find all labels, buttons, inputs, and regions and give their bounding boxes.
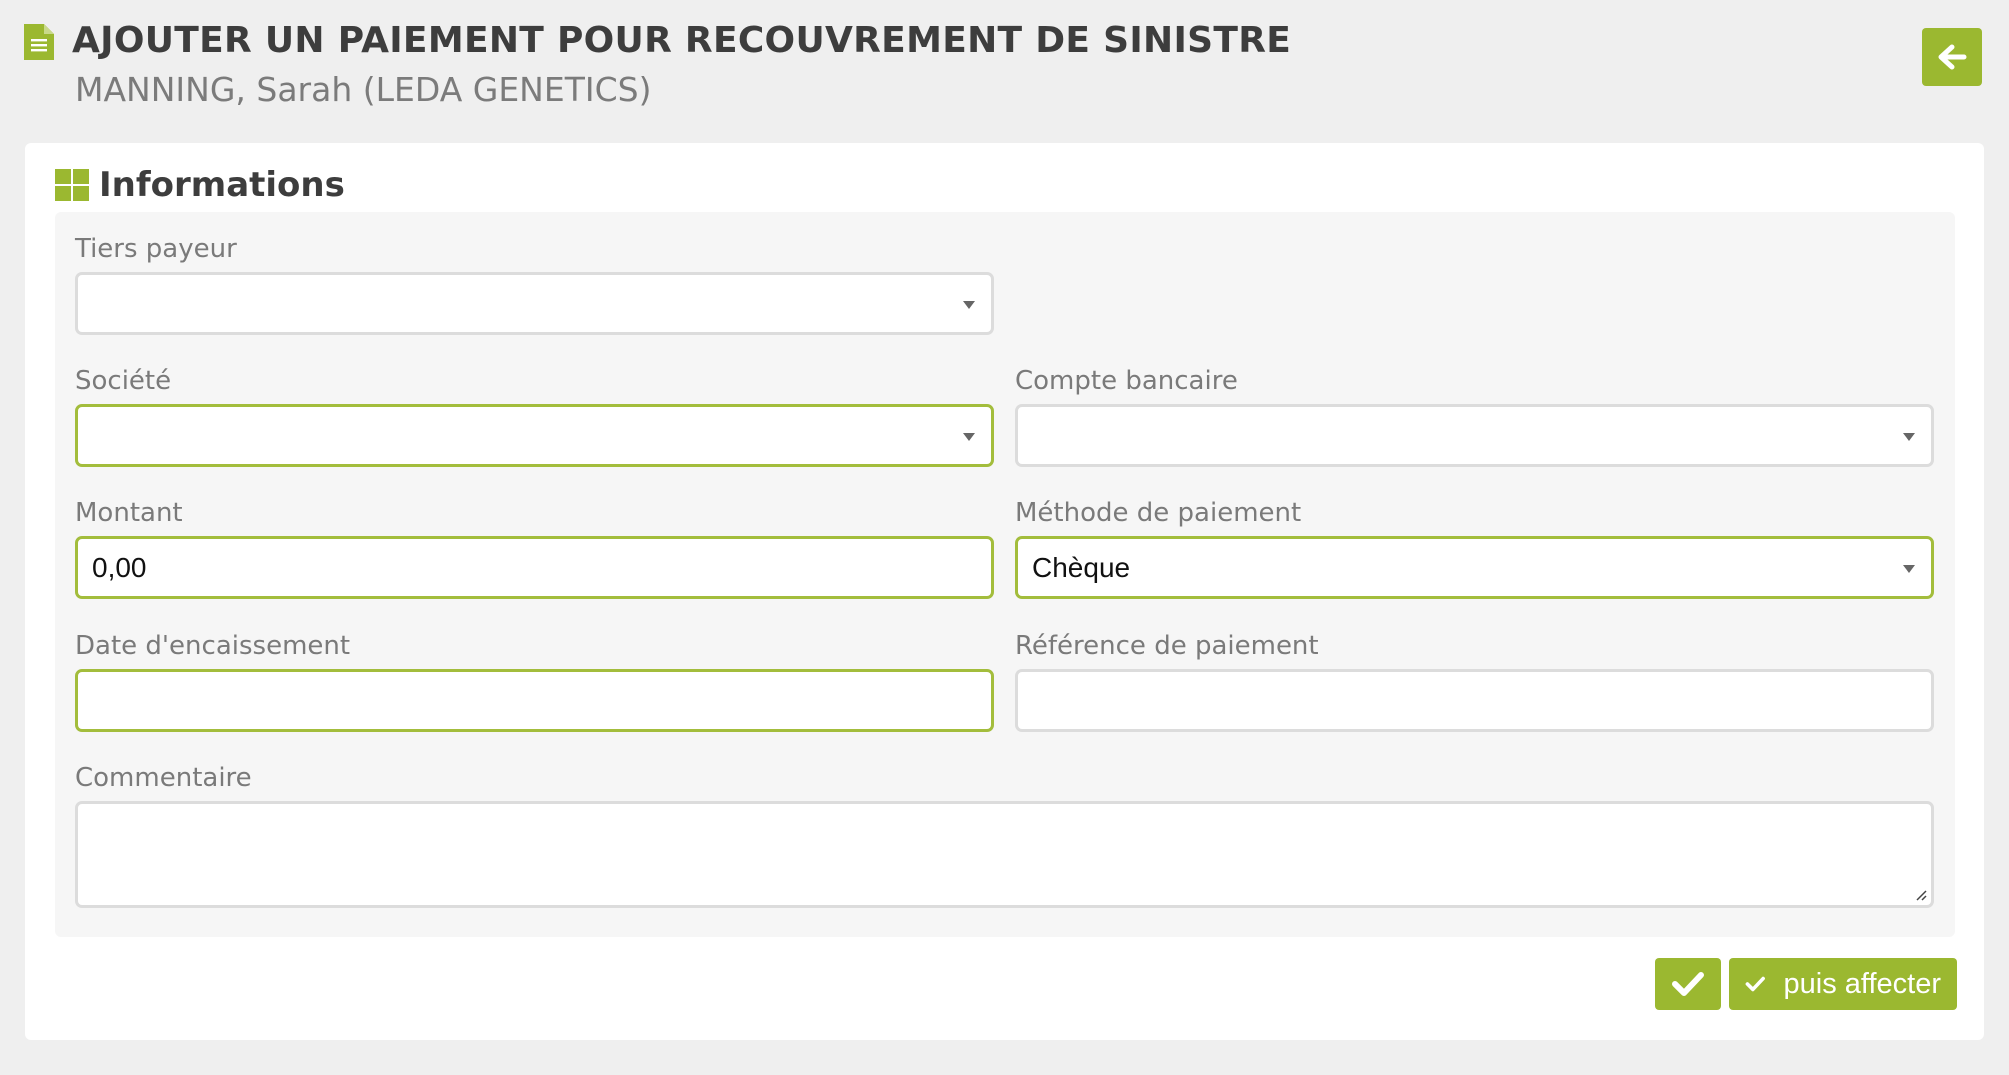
date-encaissement-label: Date d'encaissement xyxy=(75,631,351,661)
societe-field: Société xyxy=(75,364,994,467)
informations-panel: Informations Tiers payeur Société Compte… xyxy=(25,143,1984,1040)
checkmark-icon xyxy=(1745,976,1765,992)
tiers-payeur-select[interactable] xyxy=(75,272,994,335)
montant-value: 0,00 xyxy=(92,551,147,583)
chevron-down-icon xyxy=(1903,564,1915,573)
commentaire-label: Commentaire xyxy=(75,763,252,793)
arrow-left-icon xyxy=(1938,44,1967,70)
document-icon xyxy=(24,24,54,60)
tiers-payeur-label: Tiers payeur xyxy=(75,234,237,264)
commentaire-field: Commentaire xyxy=(75,761,1934,908)
date-encaissement-input[interactable] xyxy=(75,669,994,732)
chevron-down-icon xyxy=(963,300,975,309)
compte-bancaire-field: Compte bancaire xyxy=(1015,364,1934,467)
methode-paiement-label: Méthode de paiement xyxy=(1015,498,1302,528)
montant-label: Montant xyxy=(75,498,183,528)
reference-paiement-input[interactable] xyxy=(1015,669,1934,732)
section-title: Informations xyxy=(99,165,345,205)
commentaire-textarea[interactable] xyxy=(75,801,1934,908)
methode-paiement-field: Méthode de paiement Chèque xyxy=(1015,496,1934,599)
compte-bancaire-label: Compte bancaire xyxy=(1015,366,1238,396)
tiers-payeur-field: Tiers payeur xyxy=(75,232,994,335)
form-actions: puis affecter xyxy=(1655,958,1957,1010)
grid-icon xyxy=(55,169,89,201)
save-and-assign-button[interactable]: puis affecter xyxy=(1729,958,1957,1010)
reference-paiement-label: Référence de paiement xyxy=(1015,631,1319,661)
save-button[interactable] xyxy=(1655,958,1721,1010)
page-header: AJOUTER UN PAIEMENT POUR RECOUVREMENT DE… xyxy=(0,0,2009,130)
societe-select[interactable] xyxy=(75,404,994,467)
societe-label: Société xyxy=(75,366,172,396)
save-and-assign-label: puis affecter xyxy=(1783,967,1941,1000)
resize-handle-icon[interactable] xyxy=(1913,887,1927,901)
methode-paiement-value: Chèque xyxy=(1032,551,1131,583)
chevron-down-icon xyxy=(1903,432,1915,441)
montant-input[interactable]: 0,00 xyxy=(75,536,994,599)
form-area: Tiers payeur Société Compte bancaire Mon… xyxy=(55,212,1955,937)
page-title: AJOUTER UN PAIEMENT POUR RECOUVREMENT DE… xyxy=(72,20,1292,61)
date-encaissement-field: Date d'encaissement xyxy=(75,629,994,732)
section-header: Informations xyxy=(55,163,345,207)
back-button[interactable] xyxy=(1922,28,1982,86)
checkmark-icon xyxy=(1672,972,1704,996)
methode-paiement-select[interactable]: Chèque xyxy=(1015,536,1934,599)
chevron-down-icon xyxy=(963,432,975,441)
montant-field: Montant 0,00 xyxy=(75,496,994,599)
compte-bancaire-select[interactable] xyxy=(1015,404,1934,467)
page-subtitle: MANNING, Sarah (LEDA GENETICS) xyxy=(75,70,652,109)
reference-paiement-field: Référence de paiement xyxy=(1015,629,1934,732)
